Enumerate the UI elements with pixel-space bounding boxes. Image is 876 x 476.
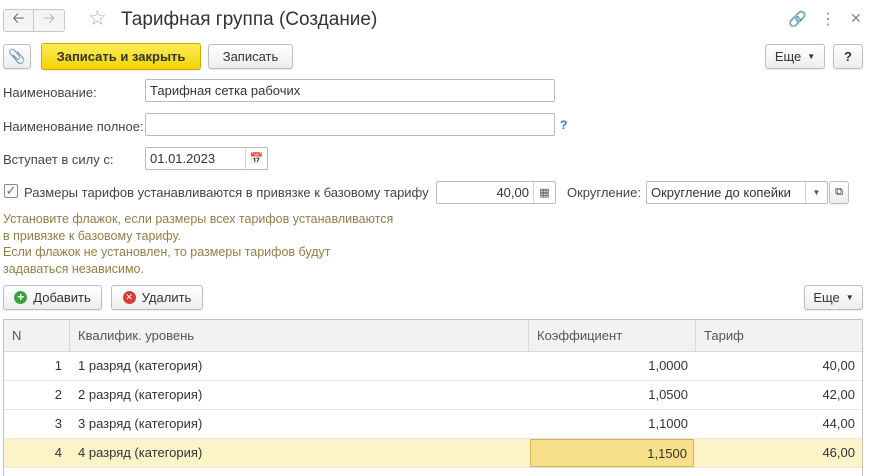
attach-button[interactable]: 📎 [3, 44, 31, 69]
full-name-input[interactable] [145, 113, 555, 136]
column-header-tariff[interactable]: Тариф [696, 320, 862, 352]
dropdown-arrow-icon[interactable]: ▼ [805, 182, 827, 203]
add-row-button[interactable]: + Добавить [3, 285, 102, 310]
cell-coefficient: 1,0000 [648, 358, 688, 373]
table-more-label: Еще [813, 290, 840, 305]
cell-tariff: 40,00 [822, 358, 855, 373]
hint-line: в привязке к базовому тарифу. [3, 228, 182, 243]
cell-coefficient: 1,0500 [648, 387, 688, 402]
column-header-level[interactable]: Квалифик. уровень [70, 320, 529, 352]
cell-n: 1 [54, 358, 62, 373]
cell-level: 2 разряд (категория) [78, 387, 203, 402]
dropdown-arrow-icon: ▼ [845, 293, 854, 302]
save-and-close-button[interactable]: Записать и закрыть [41, 43, 201, 70]
forward-button[interactable]: 🡢 [34, 9, 65, 32]
table-row[interactable]: 1 1 разряд (категория) 1,0000 40,00 [4, 352, 862, 381]
tariff-table[interactable]: N Квалифик. уровень Коэффициент Тариф 1 … [3, 319, 863, 476]
base-tariff-checkbox-label[interactable]: Размеры тарифов устанавливаются в привяз… [24, 185, 429, 200]
dropdown-arrow-icon: ▼ [807, 52, 816, 61]
open-window-icon: ⧉ [835, 186, 843, 198]
calculator-icon[interactable]: ▦ [533, 182, 555, 203]
table-header: N Квалифик. уровень Коэффициент Тариф [4, 320, 862, 352]
arrow-right-icon: 🡢 [42, 10, 56, 27]
help-button[interactable]: ? [833, 44, 863, 69]
close-icon[interactable]: ✕ [850, 10, 862, 27]
rounding-select[interactable]: Округление до копейки ▼ [646, 181, 828, 204]
cell-level: 4 разряд (категория) [78, 445, 203, 460]
column-header-coefficient[interactable]: Коэффициент [529, 320, 696, 352]
rounding-label: Округление: [567, 185, 641, 200]
table-row[interactable]: 3 3 разряд (категория) 1,1000 44,00 [4, 410, 862, 439]
hint-line: задаваться независимо. [3, 261, 144, 276]
delete-icon: ✕ [122, 291, 136, 304]
name-label: Наименование: [3, 85, 97, 100]
checkmark-icon: ✓ [5, 183, 17, 198]
table-more-button[interactable]: Еще ▼ [804, 285, 863, 310]
cell-tariff: 44,00 [822, 416, 855, 431]
cell-level: 1 разряд (категория) [78, 358, 203, 373]
save-button[interactable]: Записать [208, 44, 293, 69]
base-tariff-checkbox[interactable]: ✓ [4, 184, 18, 198]
link-icon[interactable]: 🔗 [788, 10, 807, 28]
cell-n: 4 [54, 445, 62, 460]
back-button[interactable]: 🡠 [3, 9, 34, 32]
table-row[interactable]: 2 2 разряд (категория) 1,0500 42,00 [4, 381, 862, 410]
base-tariff-value: 40,00 [496, 185, 529, 200]
hint-text: Установите флажок, если размеры всех тар… [3, 211, 393, 277]
cell-tariff: 46,00 [822, 445, 855, 460]
hint-line: Если флажок не установлен, то размеры та… [3, 245, 331, 259]
rounding-value: Округление до копейки [651, 185, 791, 200]
base-tariff-input[interactable]: 40,00 ▦ [436, 181, 556, 204]
effective-date-value: 01.01.2023 [150, 151, 216, 166]
arrow-left-icon: 🡠 [12, 10, 25, 27]
open-rounding-button[interactable]: ⧉ [829, 181, 849, 204]
delete-row-label: Удалить [141, 290, 192, 305]
paperclip-icon: 📎 [8, 48, 26, 64]
hint-line: Установите флажок, если размеры всех тар… [3, 212, 394, 226]
delete-row-button[interactable]: ✕ Удалить [111, 285, 203, 310]
add-icon: + [14, 291, 28, 304]
favorite-star-icon[interactable]: ☆ [88, 6, 107, 31]
effective-date-input[interactable]: 01.01.2023 📅 [145, 147, 268, 170]
window-title: Тарифная группа (Создание) [121, 9, 378, 30]
cell-tariff: 42,00 [822, 387, 855, 402]
name-input[interactable]: Тарифная сетка рабочих [145, 79, 555, 102]
full-name-label: Наименование полное: [3, 119, 144, 134]
more-menu-icon[interactable]: ⋮ [820, 9, 836, 29]
column-header-n[interactable]: N [4, 320, 70, 352]
more-button[interactable]: Еще ▼ [765, 44, 825, 69]
cell-n: 3 [54, 416, 62, 431]
more-button-label: Еще [774, 49, 802, 64]
cell-n: 2 [54, 387, 62, 402]
cell-level: 3 разряд (категория) [78, 416, 203, 431]
effective-date-label: Вступает в силу с: [3, 152, 114, 167]
cell-coefficient: 1,1000 [648, 416, 688, 431]
add-row-label: Добавить [33, 290, 91, 305]
full-name-help-link[interactable]: ? [560, 118, 567, 132]
table-row-selected[interactable]: 4 4 разряд (категория) 1,1500 46,00 [4, 439, 862, 468]
calendar-icon[interactable]: 📅 [245, 148, 267, 169]
cell-coefficient-current[interactable]: 1,1500 [530, 439, 694, 467]
